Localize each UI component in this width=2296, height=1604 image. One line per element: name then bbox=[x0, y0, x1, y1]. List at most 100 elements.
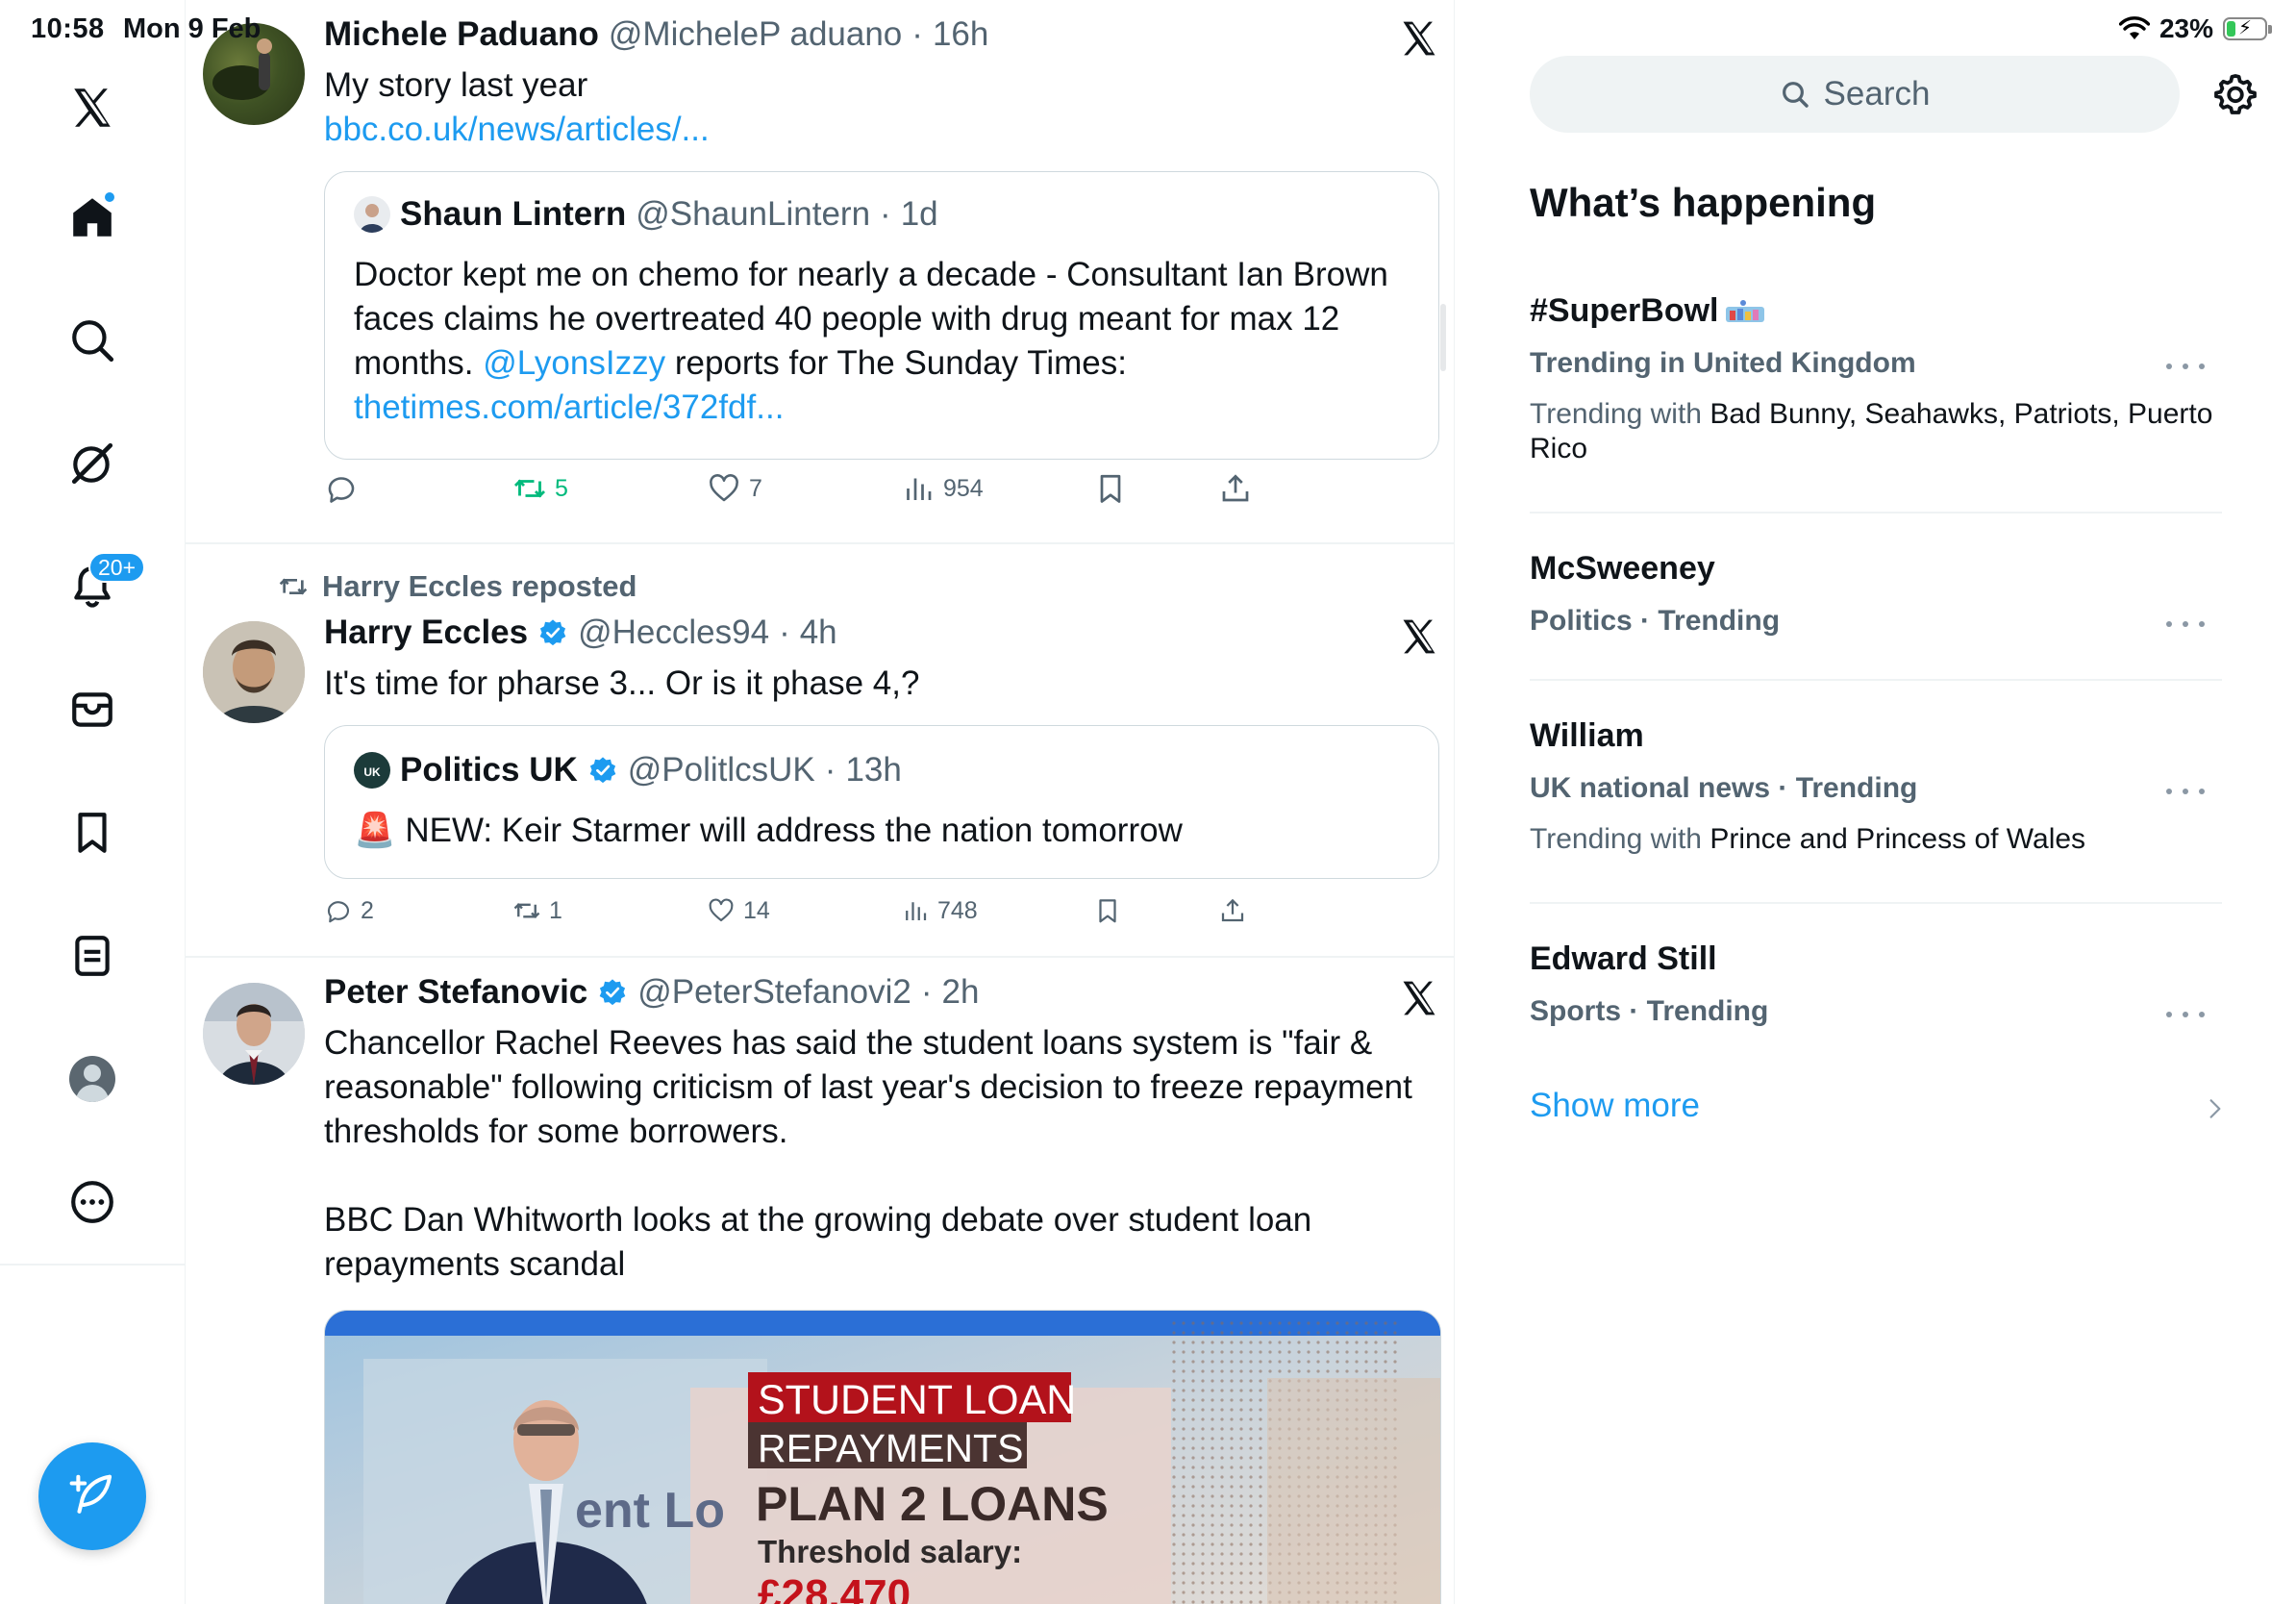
quote-link[interactable]: thetimes.com/article/372fdf... bbox=[354, 388, 784, 426]
show-more-link[interactable]: Show more bbox=[1530, 1087, 1700, 1125]
media-bg-text: ent Lo bbox=[575, 1483, 725, 1539]
tweet-time[interactable]: 16h bbox=[933, 15, 988, 54]
home-icon[interactable] bbox=[54, 179, 131, 256]
author-name: Politics UK bbox=[400, 751, 578, 789]
verified-badge-icon bbox=[589, 757, 616, 784]
like-button[interactable]: 7 bbox=[707, 471, 762, 506]
profile-avatar[interactable] bbox=[54, 1040, 131, 1117]
tweet-actions: 5 7 954 bbox=[324, 471, 1430, 519]
tweet-header: Harry Eccles @Heccles94 · 4h bbox=[324, 614, 837, 652]
share-button[interactable] bbox=[1218, 896, 1247, 925]
search-input[interactable]: Search bbox=[1530, 56, 2180, 133]
mention-link[interactable]: @LyonsIzzy bbox=[483, 344, 665, 382]
tweet-michele-paduano[interactable]: Michele Paduano @MicheleP aduano · 16h M… bbox=[186, 0, 1454, 542]
more-options-icon[interactable] bbox=[2166, 352, 2205, 381]
reply-icon bbox=[327, 901, 350, 923]
avatar[interactable] bbox=[203, 621, 305, 723]
avatar: UK bbox=[354, 752, 390, 789]
verified-badge-icon bbox=[539, 619, 566, 646]
reply-button[interactable]: 2 bbox=[324, 896, 374, 925]
tweet-header: Michele Paduano @MicheleP aduano · 16h bbox=[324, 15, 989, 54]
messages-icon[interactable] bbox=[54, 671, 131, 748]
search-icon[interactable] bbox=[54, 302, 131, 379]
avatar bbox=[354, 196, 390, 233]
lists-icon[interactable] bbox=[54, 917, 131, 994]
more-options-icon[interactable] bbox=[2166, 1000, 2205, 1029]
bookmarks-icon[interactable] bbox=[54, 794, 131, 871]
repost-button[interactable]: 1 bbox=[512, 896, 562, 925]
trend-meta: Trending in United Kingdom bbox=[1530, 347, 1916, 379]
bookmark-button[interactable] bbox=[1093, 471, 1128, 506]
author-name[interactable]: Harry Eccles bbox=[324, 614, 528, 652]
trend-item[interactable]: #SuperBowl Trending in United Kingdom Tr… bbox=[1530, 292, 2222, 466]
author-handle[interactable]: @Heccles94 bbox=[578, 614, 769, 652]
repost-icon bbox=[513, 903, 540, 918]
whats-happening-title: What’s happening bbox=[1530, 180, 1877, 225]
views-button[interactable]: 954 bbox=[901, 471, 984, 506]
share-button[interactable] bbox=[1218, 471, 1253, 506]
media-headline-1: STUDENT LOAN bbox=[758, 1377, 1076, 1423]
author-name[interactable]: Peter Stefanovic bbox=[324, 973, 587, 1012]
reply-icon bbox=[328, 477, 355, 503]
quote-header: UK Politics UK @PolitlcsUK · 13h bbox=[354, 751, 902, 789]
reply-button[interactable] bbox=[324, 471, 366, 506]
repost-label: Harry Eccles reposted bbox=[322, 569, 637, 603]
x-logo-icon[interactable] bbox=[1398, 977, 1440, 1019]
repost-context[interactable]: Harry Eccles reposted bbox=[278, 569, 636, 604]
quoted-tweet[interactable]: Shaun Lintern @ShaunLintern · 1d Doctor … bbox=[324, 171, 1439, 460]
tweet-time[interactable]: 2h bbox=[942, 973, 980, 1012]
trend-name: McSweeney bbox=[1530, 550, 1715, 587]
avatar[interactable] bbox=[203, 23, 305, 125]
more-options-icon[interactable] bbox=[2166, 777, 2205, 806]
grok-icon[interactable] bbox=[54, 425, 131, 502]
trend-meta: Sports · Trending bbox=[1530, 995, 1769, 1027]
tweet-peter-stefanovic[interactable]: Peter Stefanovic @PeterStefanovi2 · 2h C… bbox=[186, 958, 1454, 1604]
x-logo-icon[interactable] bbox=[1398, 615, 1440, 658]
views-button[interactable]: 748 bbox=[901, 896, 978, 925]
quote-text: 🚨 NEW: Keir Starmer will address the nat… bbox=[354, 812, 1183, 849]
trend-item[interactable]: McSweeney Politics · Trending bbox=[1530, 550, 2222, 638]
siren-emoji: 🚨 bbox=[354, 812, 396, 849]
author-name[interactable]: Michele Paduano bbox=[324, 15, 599, 54]
notifications-icon[interactable]: 20+ bbox=[54, 548, 146, 625]
x-logo-icon[interactable] bbox=[54, 69, 131, 146]
more-options-icon[interactable] bbox=[2166, 610, 2205, 639]
repost-button[interactable]: 5 bbox=[512, 471, 568, 506]
chevron-right-icon[interactable] bbox=[2203, 1096, 2228, 1121]
tweet-actions: 2 1 14 748 bbox=[324, 896, 1430, 944]
author-handle: @ShaunLintern bbox=[636, 195, 871, 233]
left-nav: 20+ bbox=[0, 0, 186, 1604]
quote-header: Shaun Lintern @ShaunLintern · 1d bbox=[354, 195, 938, 234]
media-caption: Threshold salary: bbox=[758, 1534, 1022, 1569]
tweet-text: It's time for pharse 3... Or is it phase… bbox=[324, 664, 920, 702]
avatar[interactable] bbox=[203, 983, 305, 1085]
trend-item[interactable]: William UK national news · Trending Tren… bbox=[1530, 717, 2222, 857]
tweet-harry-eccles[interactable]: Harry Eccles reposted Harry Eccles @Hecc… bbox=[186, 544, 1454, 958]
x-logo-icon[interactable] bbox=[1398, 17, 1440, 60]
heart-icon bbox=[710, 474, 738, 502]
tweet-header: Peter Stefanovic @PeterStefanovi2 · 2h bbox=[324, 973, 980, 1012]
bookmark-icon bbox=[1099, 899, 1116, 923]
unread-dot bbox=[103, 190, 116, 204]
trend-item[interactable]: Edward Still Sports · Trending bbox=[1530, 940, 2222, 1028]
author-handle[interactable]: @MicheleP aduano bbox=[609, 15, 902, 54]
tweet-media-image[interactable]: ent Lo STUDENT LOAN REPAYMENTS PLAN 2 LO… bbox=[324, 1310, 1441, 1604]
trend-divider bbox=[1530, 902, 2222, 904]
trend-meta: Politics · Trending bbox=[1530, 605, 1781, 637]
nav-divider bbox=[0, 1264, 186, 1266]
tweet-time: 13h bbox=[845, 751, 902, 789]
trend-context: Trending with Bad Bunny, Seahawks, Patri… bbox=[1530, 398, 2213, 464]
tweet-link[interactable]: bbc.co.uk/news/articles/... bbox=[324, 108, 1430, 152]
gear-icon[interactable] bbox=[2212, 71, 2259, 117]
compose-button[interactable] bbox=[38, 1442, 146, 1550]
compose-feather-icon bbox=[69, 1474, 112, 1514]
quoted-tweet[interactable]: UK Politics UK @PolitlcsUK · 13h 🚨 NEW: … bbox=[324, 725, 1439, 879]
more-icon[interactable] bbox=[54, 1164, 131, 1241]
author-handle[interactable]: @PeterStefanovi2 bbox=[637, 973, 911, 1012]
like-button[interactable]: 14 bbox=[707, 896, 770, 925]
bookmark-button[interactable] bbox=[1093, 896, 1122, 925]
timeline-feed[interactable]: Michele Paduano @MicheleP aduano · 16h M… bbox=[186, 0, 1455, 1604]
quote-text: Doctor kept me on chemo for nearly a dec… bbox=[354, 256, 1388, 426]
tweet-text: Chancellor Rachel Reeves has said the st… bbox=[324, 1024, 1412, 1283]
tweet-time[interactable]: 4h bbox=[800, 614, 837, 652]
